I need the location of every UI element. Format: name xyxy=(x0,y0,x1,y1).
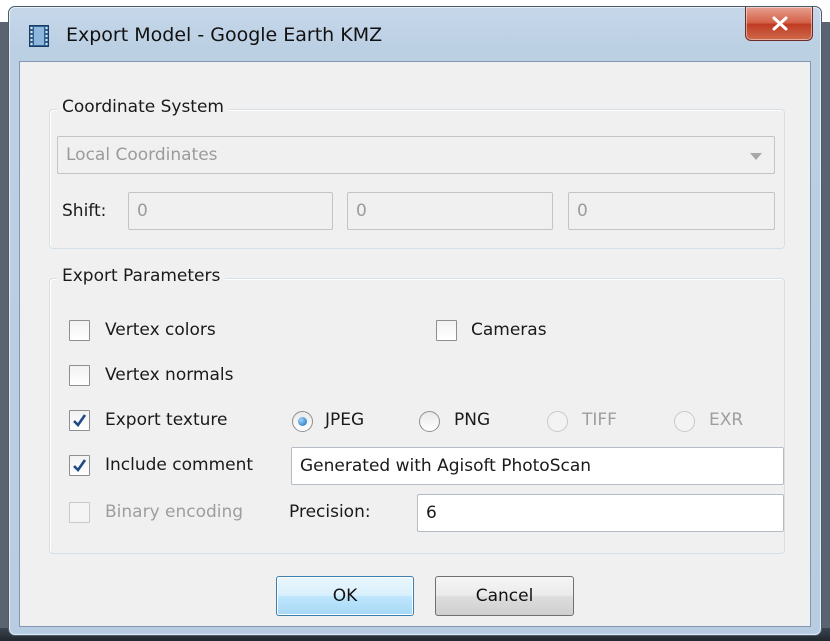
shift-y-field[interactable]: 0 xyxy=(347,192,553,230)
exr-radio xyxy=(674,411,695,432)
binary-encoding-label: Binary encoding xyxy=(105,502,244,522)
precision-label: Precision: xyxy=(289,502,371,522)
vertex-colors-checkbox[interactable] xyxy=(69,320,90,341)
coordinate-system-title: Coordinate System xyxy=(57,97,229,117)
coordinate-system-value: Local Coordinates xyxy=(66,145,218,165)
dialog-client-area: Coordinate System Local Coordinates Shif… xyxy=(19,61,811,627)
shift-y-value: 0 xyxy=(356,201,367,221)
coordinate-system-combo[interactable]: Local Coordinates xyxy=(57,136,775,174)
binary-encoding-checkbox xyxy=(69,502,90,523)
coordinate-system-group: Coordinate System Local Coordinates Shif… xyxy=(49,97,785,249)
title-bar[interactable]: Export Model - Google Earth KMZ xyxy=(9,7,821,63)
shift-label: Shift: xyxy=(62,201,107,221)
jpeg-label[interactable]: JPEG xyxy=(325,410,364,430)
vertex-colors-label[interactable]: Vertex colors xyxy=(105,320,216,340)
checkmark-icon xyxy=(73,414,87,428)
export-texture-checkbox[interactable] xyxy=(69,410,90,431)
film-strip-icon xyxy=(29,25,49,47)
checkmark-icon xyxy=(73,459,87,473)
shift-z-value: 0 xyxy=(577,201,588,221)
comment-input[interactable]: Generated with Agisoft PhotoScan xyxy=(291,447,784,485)
ok-button[interactable]: OK xyxy=(276,576,414,616)
tiff-radio xyxy=(547,411,568,432)
export-parameters-group: Export Parameters Vertex colors Cameras … xyxy=(49,266,785,554)
close-x-icon xyxy=(772,16,788,31)
include-comment-checkbox[interactable] xyxy=(69,455,90,476)
include-comment-label[interactable]: Include comment xyxy=(105,455,253,475)
chevron-down-icon xyxy=(750,153,762,160)
export-texture-label[interactable]: Export texture xyxy=(105,410,227,430)
export-parameters-title: Export Parameters xyxy=(57,266,226,286)
cameras-label[interactable]: Cameras xyxy=(471,320,547,340)
exr-label: EXR xyxy=(709,410,744,430)
shift-x-value: 0 xyxy=(137,201,148,221)
vertex-normals-label[interactable]: Vertex normals xyxy=(105,365,233,385)
shift-z-field[interactable]: 0 xyxy=(568,192,775,230)
cancel-button[interactable]: Cancel xyxy=(435,576,574,616)
precision-value: 6 xyxy=(426,503,437,523)
comment-value: Generated with Agisoft PhotoScan xyxy=(300,456,592,476)
jpeg-radio[interactable] xyxy=(292,411,313,432)
export-dialog: Export Model - Google Earth KMZ Coordina… xyxy=(8,6,822,636)
vertex-normals-checkbox[interactable] xyxy=(69,365,90,386)
png-radio[interactable] xyxy=(419,411,440,432)
radio-selected-dot xyxy=(298,417,307,426)
precision-input[interactable]: 6 xyxy=(417,494,784,532)
close-button[interactable] xyxy=(745,7,813,41)
shift-x-field[interactable]: 0 xyxy=(128,192,333,230)
tiff-label: TIFF xyxy=(582,410,617,430)
cameras-checkbox[interactable] xyxy=(436,320,457,341)
window-title: Export Model - Google Earth KMZ xyxy=(66,24,383,46)
png-label[interactable]: PNG xyxy=(454,410,490,430)
